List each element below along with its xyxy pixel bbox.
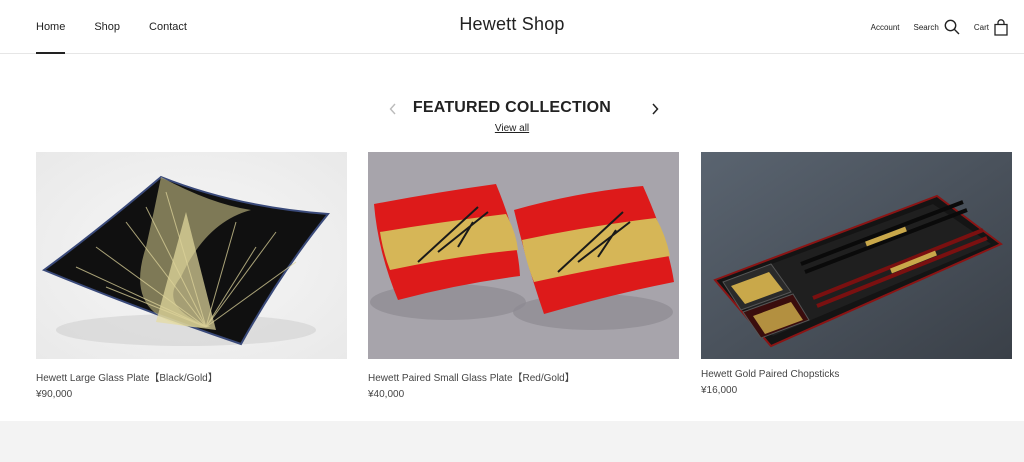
footer-band — [0, 421, 1024, 462]
cart-link[interactable]: Cart — [973, 18, 1008, 36]
site-header: Home Shop Contact Hewett Shop Account Se… — [0, 0, 1024, 54]
main-nav: Home Shop Contact — [36, 0, 216, 54]
product-name[interactable]: Hewett Paired Small Glass Plate【Red/Gold… — [368, 369, 679, 384]
product-image-gold-chopsticks[interactable] — [701, 152, 1012, 359]
site-logo[interactable]: Hewett Shop — [459, 14, 564, 34]
search-link[interactable]: Search — [914, 19, 960, 35]
product-card[interactable]: Hewett Gold Paired Chopsticks ¥16,000 — [701, 152, 1012, 396]
account-label: Account — [870, 22, 900, 32]
product-price: ¥40,000 — [368, 389, 405, 400]
product-card[interactable]: Hewett Paired Small Glass Plate【Red/Gold… — [368, 152, 679, 400]
view-all-link[interactable]: View all — [495, 123, 529, 134]
product-name[interactable]: Hewett Large Glass Plate【Black/Gold】 — [36, 369, 347, 384]
product-price: ¥16,000 — [701, 385, 738, 396]
carousel-next-button[interactable] — [647, 101, 663, 117]
utility-nav: Account Search Cart — [857, 0, 1008, 54]
nav-shop-link[interactable]: Shop — [94, 0, 120, 54]
nav-contact-link[interactable]: Contact — [149, 0, 187, 54]
product-card[interactable]: Hewett Large Glass Plate【Black/Gold】 ¥90… — [36, 152, 347, 400]
product-price: ¥90,000 — [36, 389, 73, 400]
featured-collection-title: FEATURED COLLECTION — [412, 99, 612, 116]
product-name[interactable]: Hewett Gold Paired Chopsticks — [701, 369, 1012, 380]
product-image-red-gold-plates[interactable] — [368, 152, 679, 359]
featured-collection-header: FEATURED COLLECTION — [0, 98, 1024, 122]
search-icon — [944, 19, 960, 35]
view-all-container: View all — [0, 123, 1024, 134]
shopping-bag-icon — [994, 18, 1008, 36]
product-image-black-gold-plate[interactable] — [36, 152, 347, 359]
nav-home-link[interactable]: Home — [36, 0, 66, 54]
search-label: Search — [913, 22, 939, 32]
chevron-right-icon — [652, 103, 659, 115]
account-link[interactable]: Account — [871, 23, 900, 32]
cart-label: Cart — [973, 22, 989, 32]
